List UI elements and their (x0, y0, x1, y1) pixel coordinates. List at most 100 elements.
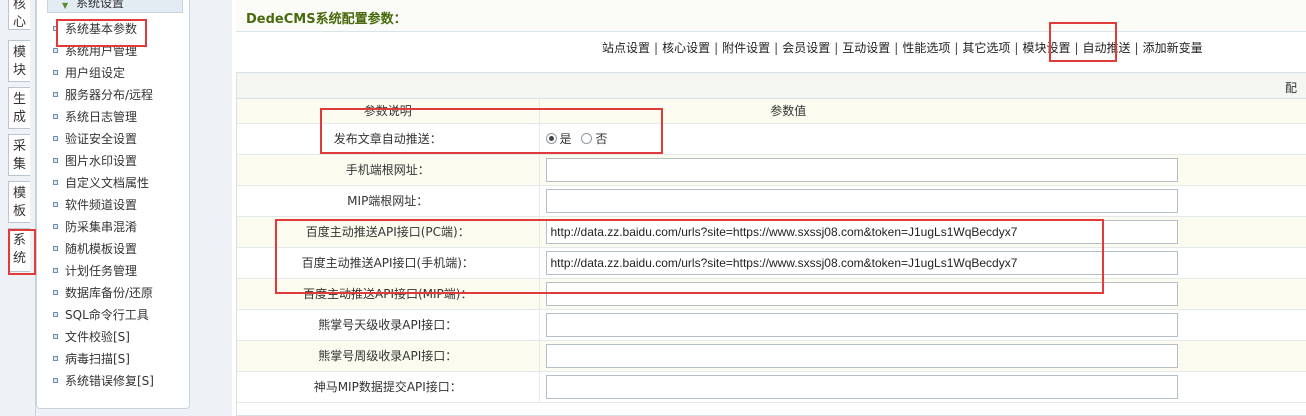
menu-item-tasks[interactable]: 计划任务管理 (53, 261, 137, 281)
menu-item-users[interactable]: 系统用户管理 (53, 41, 137, 61)
separator: | (894, 41, 899, 55)
menu-item-servers[interactable]: 服务器分布/远程 (53, 85, 153, 105)
menu-item-error-repair[interactable]: 系统错误修复[S] (53, 371, 154, 391)
menu-heading-label: 系统设置 (76, 0, 125, 10)
bullet-icon (53, 114, 58, 119)
table-row: 神马MIP数据提交API接口： (237, 371, 1306, 403)
menu-item-file-check[interactable]: 文件校验[S] (53, 327, 130, 347)
row-label: 神马MIP数据提交API接口： (237, 371, 540, 403)
bullet-icon (53, 246, 58, 251)
xzh-daily-api-input[interactable] (545, 312, 1178, 337)
row-label: 百度主动推送API接口(MIP端)： (237, 278, 540, 310)
column-header-param: 参数说明 (237, 99, 540, 124)
tab-system-label: 系统 (12, 233, 26, 266)
menu-item-label: 服务器分布/远程 (65, 88, 154, 102)
menu-item-label: 文件校验[S] (65, 330, 130, 344)
menu-item-doc-attrs[interactable]: 自定义文档属性 (53, 173, 149, 193)
link-attachment-settings[interactable]: 附件设置 (722, 41, 770, 55)
menu-item-backup[interactable]: 数据库备份/还原 (53, 283, 153, 303)
baidu-pc-api-input[interactable] (545, 219, 1178, 244)
bullet-icon (53, 378, 58, 383)
menu-item-logs[interactable]: 系统日志管理 (53, 107, 137, 127)
separator: | (654, 41, 659, 55)
menu-item-basic-params[interactable]: 系统基本参数 (53, 19, 137, 39)
tab-collect-label: 采集 (12, 139, 26, 172)
menu-item-watermark[interactable]: 图片水印设置 (53, 151, 137, 171)
tab-system[interactable]: 系统 (8, 228, 30, 272)
column-header-value: 参数值 (539, 99, 1306, 124)
separator: | (1074, 41, 1079, 55)
tab-template[interactable]: 模板 (8, 181, 30, 223)
bullet-icon (53, 158, 58, 163)
title-bar: DedeCMS系统配置参数： (236, 0, 1306, 32)
link-member-settings[interactable]: 会员设置 (782, 41, 830, 55)
link-other-options[interactable]: 其它选项 (962, 41, 1010, 55)
row-label: 熊掌号天级收录API接口： (237, 309, 540, 341)
radio-no[interactable] (581, 133, 593, 144)
radio-yes[interactable] (545, 133, 557, 144)
table-row: MIP端根网址： (237, 185, 1306, 217)
link-core-settings[interactable]: 核心设置 (662, 41, 710, 55)
xzh-weekly-api-input[interactable] (545, 343, 1178, 368)
menu-item-soft-channel[interactable]: 软件频道设置 (53, 195, 137, 215)
link-site-settings[interactable]: 站点设置 (602, 41, 650, 55)
menu-item-security[interactable]: 验证安全设置 (53, 129, 137, 149)
module-tab-strip: 核心 模块 生成 采集 模板 系统 (0, 0, 36, 416)
menu-item-anti-collect[interactable]: 防采集串混淆 (53, 217, 137, 237)
menu-item-label: 用户组设定 (65, 66, 126, 80)
bullet-icon (53, 180, 58, 185)
table-row: 熊掌号天级收录API接口： (237, 309, 1306, 341)
bullet-icon (53, 356, 58, 361)
menu-item-label: 图片水印设置 (65, 154, 138, 168)
mip-root-url-input[interactable] (545, 188, 1178, 213)
menu-item-virus-scan[interactable]: 病毒扫描[S] (53, 349, 130, 369)
menu-item-label: 系统日志管理 (65, 110, 138, 124)
radio-no-label: 否 (595, 132, 608, 146)
menu-item-label: 系统错误修复[S] (65, 374, 154, 388)
link-performance-options[interactable]: 性能选项 (902, 41, 950, 55)
row-label: 百度主动推送API接口(PC端)： (237, 216, 540, 248)
bullet-icon (53, 48, 58, 53)
mobile-root-url-input[interactable] (545, 157, 1178, 182)
tab-generate[interactable]: 生成 (8, 87, 30, 129)
shenma-mip-api-input[interactable] (545, 374, 1178, 399)
tab-core[interactable]: 核心 (8, 0, 30, 30)
row-label: 熊掌号周级收录API接口： (237, 340, 540, 372)
menu-item-label: 验证安全设置 (65, 132, 138, 146)
menu-item-label: 系统基本参数 (65, 22, 138, 36)
baidu-mip-api-input[interactable] (545, 281, 1178, 306)
table-header-row: 参数说明 参数值 (237, 99, 1306, 124)
menu-item-label: 数据库备份/还原 (65, 286, 154, 300)
row-label: 百度主动推送API接口(手机端)： (237, 247, 540, 279)
chevron-down-icon: ▼ (62, 1, 69, 10)
menu-item-label: 系统用户管理 (65, 44, 138, 58)
separator: | (834, 41, 839, 55)
link-module-settings[interactable]: 模块设置 (1022, 41, 1070, 55)
baidu-mobile-api-input[interactable] (545, 250, 1178, 275)
menu-item-sql[interactable]: SQL命令行工具 (53, 305, 149, 325)
menu-item-usergroup[interactable]: 用户组设定 (53, 63, 125, 83)
bullet-icon (53, 70, 58, 75)
menu-item-label: SQL命令行工具 (65, 308, 149, 322)
config-table: 参数说明 参数值 发布文章自动推送： 是 否 手机端根网址： MIP端根网址： … (237, 99, 1306, 403)
link-add-variable[interactable]: 添加新变量 (1143, 41, 1203, 55)
menu-item-random-template[interactable]: 随机模板设置 (53, 239, 137, 259)
table-row: 百度主动推送API接口(手机端)： (237, 247, 1306, 279)
separator: | (714, 41, 719, 55)
link-interaction-settings[interactable]: 互动设置 (842, 41, 890, 55)
table-row: 发布文章自动推送： 是 否 (237, 123, 1306, 155)
separator: | (1014, 41, 1019, 55)
menu-item-label: 防采集串混淆 (65, 220, 138, 234)
bullet-icon (53, 290, 58, 295)
separator: | (954, 41, 959, 55)
tab-collect[interactable]: 采集 (8, 134, 30, 176)
separator: | (774, 41, 779, 55)
table-row: 熊掌号周级收录API接口： (237, 340, 1306, 372)
tab-module[interactable]: 模块 (8, 40, 30, 82)
table-row: 百度主动推送API接口(MIP端)： (237, 278, 1306, 310)
menu-heading[interactable]: ▼ 系统设置 (47, 0, 183, 13)
auto-push-radio-group: 是 否 (539, 123, 1306, 155)
config-box-header: 配置 (237, 73, 1306, 112)
link-auto-push[interactable]: 自动推送 (1083, 41, 1131, 55)
separator: | (1134, 41, 1139, 55)
